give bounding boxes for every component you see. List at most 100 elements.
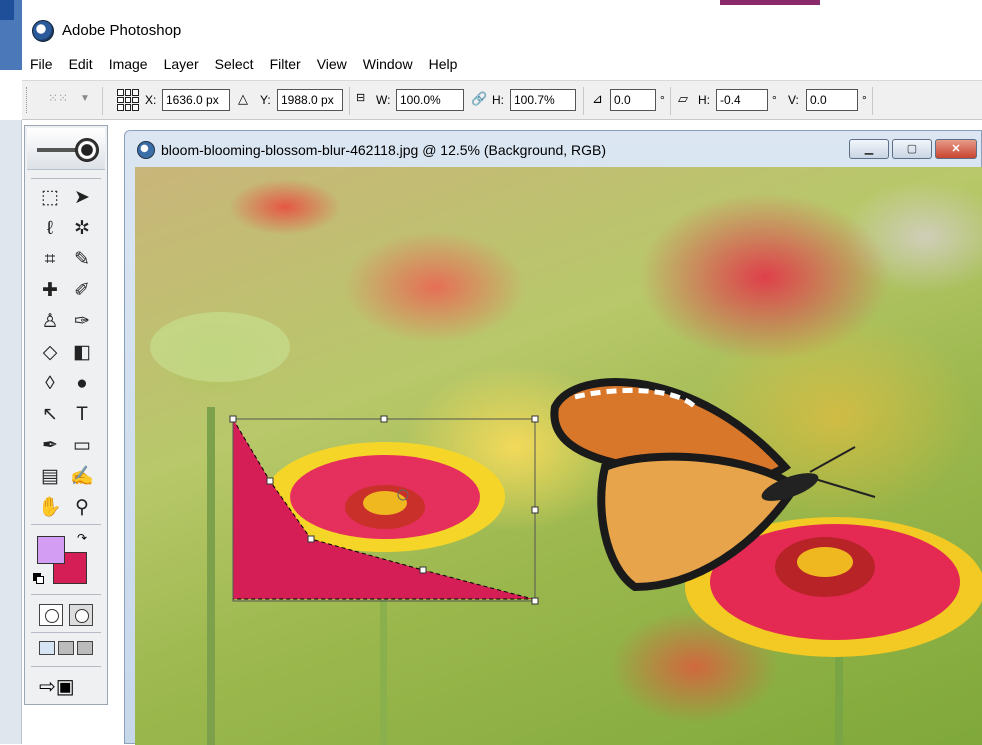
minimize-icon[interactable]: ▁: [849, 139, 889, 159]
quick-mask-mode-icon[interactable]: [69, 604, 93, 626]
image-canvas[interactable]: [135, 167, 982, 745]
divider: [102, 87, 103, 115]
divider: [31, 666, 101, 667]
title-bar: Adobe Photoshop: [0, 0, 982, 70]
menu-filter[interactable]: Filter: [270, 56, 301, 72]
divider: [31, 524, 101, 525]
full-screen-menu-mode-icon[interactable]: [58, 641, 74, 655]
zoom-tool-icon[interactable]: ⚲: [67, 494, 97, 522]
background-window-accent: [720, 0, 820, 5]
divider: [872, 87, 873, 115]
dodge-tool-icon[interactable]: ●: [67, 370, 97, 398]
divider: [31, 632, 101, 633]
brush-tool-icon[interactable]: ✐: [67, 277, 97, 305]
document-title-bar[interactable]: bloom-blooming-blossom-blur-462118.jpg @…: [137, 139, 606, 161]
menu-help[interactable]: Help: [429, 56, 458, 72]
relative-position-icon[interactable]: △: [238, 91, 248, 107]
move-tool-icon[interactable]: ➤: [67, 184, 97, 212]
link-icon[interactable]: 🔗: [471, 91, 487, 107]
flower-bud: [150, 312, 290, 382]
skew-v-input[interactable]: [806, 89, 858, 111]
marquee-tool-icon[interactable]: ⬚: [35, 184, 65, 212]
divider: [583, 87, 584, 115]
foreground-color-swatch[interactable]: [37, 536, 65, 564]
transform-handle[interactable]: [229, 415, 237, 423]
document-title: bloom-blooming-blossom-blur-462118.jpg @…: [161, 142, 607, 158]
lasso-tool-icon[interactable]: ℓ: [35, 215, 65, 243]
degree-label: °: [660, 93, 665, 107]
eyedropper-tool-icon[interactable]: ✍: [67, 463, 97, 491]
path-anchor[interactable]: [266, 477, 274, 485]
y-label: Y:: [260, 93, 271, 107]
shape-tool-icon[interactable]: ▭: [67, 432, 97, 460]
skew-h-label: H:: [698, 93, 710, 107]
rotate-input[interactable]: [610, 89, 656, 111]
clone-stamp-tool-icon[interactable]: ♙: [35, 308, 65, 336]
toolbox-header[interactable]: [27, 128, 105, 170]
mask-mode-row: [39, 604, 93, 626]
default-colors-icon[interactable]: [33, 573, 45, 585]
width-input[interactable]: [396, 89, 464, 111]
history-brush-tool-icon[interactable]: ✑: [67, 308, 97, 336]
rotate-angle-icon: ⊿: [592, 91, 603, 106]
h-label: H:: [492, 93, 504, 107]
toolbox-panel: ⬚ ➤ ℓ ✲ ⌗ ✎ ✚ ✐ ♙ ✑ ◇ ◧ ◊ ● ↖ T ✒ ▭ ▤ ✍ …: [24, 125, 108, 705]
crop-tool-icon[interactable]: ⌗: [35, 246, 65, 274]
photoshop-eye-icon: [37, 138, 99, 162]
stem: [207, 407, 215, 745]
background-window-edge: [0, 120, 22, 744]
path-anchor[interactable]: [419, 566, 427, 574]
degree-label: °: [772, 93, 777, 107]
divider: [31, 594, 101, 595]
y-position-input[interactable]: [277, 89, 343, 111]
background-window-strip-dark: [0, 0, 14, 20]
canvas-artwork: [150, 312, 982, 745]
type-tool-icon[interactable]: T: [67, 401, 97, 429]
options-bar-grip[interactable]: [26, 87, 30, 113]
eraser-tool-icon[interactable]: ◇: [35, 339, 65, 367]
menu-layer[interactable]: Layer: [164, 56, 199, 72]
reference-point-icon[interactable]: [117, 89, 139, 111]
x-position-input[interactable]: [162, 89, 230, 111]
menu-bar: File Edit Image Layer Select Filter View…: [22, 50, 982, 78]
blur-tool-icon[interactable]: ◊: [35, 370, 65, 398]
menu-file[interactable]: File: [30, 56, 53, 72]
full-screen-mode-icon[interactable]: [77, 641, 93, 655]
menu-view[interactable]: View: [317, 56, 347, 72]
standard-screen-mode-icon[interactable]: [39, 641, 55, 655]
x-label: X:: [145, 93, 157, 107]
hand-tool-icon[interactable]: ✋: [35, 494, 65, 522]
maximize-icon[interactable]: ▢: [892, 139, 932, 159]
document-icon: [137, 141, 155, 159]
menu-image[interactable]: Image: [109, 56, 148, 72]
divider: [31, 178, 101, 179]
menu-select[interactable]: Select: [215, 56, 254, 72]
healing-brush-tool-icon[interactable]: ✚: [35, 277, 65, 305]
magic-wand-tool-icon[interactable]: ✲: [67, 215, 97, 243]
swap-colors-icon[interactable]: ↷: [77, 531, 87, 545]
pen-tool-icon[interactable]: ✒: [35, 432, 65, 460]
menu-edit[interactable]: Edit: [69, 56, 93, 72]
gradient-tool-icon[interactable]: ◧: [67, 339, 97, 367]
skew-h-input[interactable]: [716, 89, 768, 111]
tool-preset-icon[interactable]: ⁙⁙: [48, 91, 68, 109]
stem: [380, 587, 387, 745]
transform-handle[interactable]: [531, 506, 539, 514]
path-anchor[interactable]: [307, 535, 315, 543]
close-icon[interactable]: ✕: [935, 139, 977, 159]
app-title: Adobe Photoshop: [62, 22, 182, 39]
window-controls: ▁ ▢ ✕: [849, 139, 977, 159]
transform-handle[interactable]: [380, 415, 388, 423]
notes-tool-icon[interactable]: ▤: [35, 463, 65, 491]
slice-tool-icon[interactable]: ✎: [67, 246, 97, 274]
height-input[interactable]: [510, 89, 576, 111]
chevron-down-icon[interactable]: ▼: [80, 93, 90, 104]
transform-handle[interactable]: [531, 597, 539, 605]
standard-mode-icon[interactable]: [39, 604, 63, 626]
transform-handle[interactable]: [531, 415, 539, 423]
width-icon: ⊟: [356, 92, 366, 104]
options-bar: ⁙⁙ ▼ X: △ Y: ⊟ W: 🔗 H: ⊿ ° ▱ H: ° V: °: [22, 80, 982, 120]
jump-to-imageready-icon[interactable]: ⇨▣: [39, 674, 75, 699]
menu-window[interactable]: Window: [363, 56, 413, 72]
path-selection-tool-icon[interactable]: ↖: [35, 401, 65, 429]
